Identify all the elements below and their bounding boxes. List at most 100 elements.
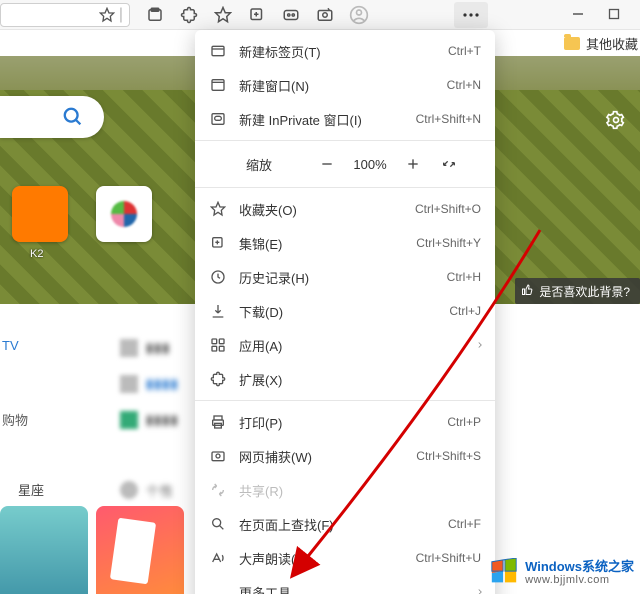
menu-history-label: 历史记录(H) <box>239 268 435 287</box>
menu-history-shortcut: Ctrl+H <box>447 270 481 284</box>
profile-avatar-icon[interactable] <box>349 5 369 25</box>
menu-downloads[interactable]: 下载(D) Ctrl+J <box>195 294 495 328</box>
menu-capture-shortcut: Ctrl+Shift+S <box>416 449 481 463</box>
feed-row-4[interactable]: 个性 <box>120 480 174 500</box>
menu-apps[interactable]: 应用(A) <box>195 328 495 362</box>
zoom-value: 100% <box>345 157 395 172</box>
menu-new-inprivate[interactable]: 新建 InPrivate 窗口(I) Ctrl+Shift+N <box>195 102 495 136</box>
downloads-icon <box>209 302 227 320</box>
menu-extensions[interactable]: 扩展(X) <box>195 362 495 396</box>
collections-icon <box>209 234 227 252</box>
menu-new-window-shortcut: Ctrl+N <box>447 78 481 92</box>
menu-new-tab[interactable]: 新建标签页(T) Ctrl+T <box>195 34 495 68</box>
watermark-title: Windows系统之家 <box>525 560 634 574</box>
menu-favorites-label: 收藏夹(O) <box>239 200 403 219</box>
new-window-icon <box>209 76 227 94</box>
thumbs-up-icon <box>521 284 533 296</box>
menu-new-window[interactable]: 新建窗口(N) Ctrl+N <box>195 68 495 102</box>
read-aloud-icon <box>209 549 227 567</box>
menu-share: 共享(R) <box>195 473 495 507</box>
menu-zoom-row: 缩放 100% <box>195 145 495 183</box>
menu-separator <box>195 140 495 141</box>
menu-new-inprivate-label: 新建 InPrivate 窗口(I) <box>239 110 404 129</box>
new-tab-icon <box>209 42 227 60</box>
content-card-2[interactable] <box>96 506 184 594</box>
nav-tv[interactable]: TV <box>2 338 19 353</box>
feed-row-1[interactable]: ▮▮▮ <box>120 338 170 358</box>
favorites-bar-other[interactable]: 其他收藏 <box>564 32 638 54</box>
share-icon <box>209 481 227 499</box>
quicklink-tile-orange[interactable] <box>12 186 68 242</box>
history-icon <box>209 268 227 286</box>
menu-capture[interactable]: 网页捕获(W) Ctrl+Shift+S <box>195 439 495 473</box>
menu-more-tools[interactable]: 更多工具 <box>195 575 495 594</box>
menu-history[interactable]: 历史记录(H) Ctrl+H <box>195 260 495 294</box>
menu-new-tab-label: 新建标签页(T) <box>239 42 436 61</box>
favorites-star-icon[interactable] <box>213 5 233 25</box>
find-icon <box>209 515 227 533</box>
tab-actions-icon[interactable] <box>145 5 165 25</box>
content-card-1[interactable] <box>0 506 88 594</box>
capture-icon <box>209 447 227 465</box>
swirl-icon <box>111 201 137 227</box>
watermark: Windows系统之家 www.bjjmlv.com <box>489 558 634 588</box>
feed-row-2[interactable]: ▮▮▮▮ <box>120 374 179 394</box>
menu-favorites[interactable]: 收藏夹(O) Ctrl+Shift+O <box>195 192 495 226</box>
collections-plus-icon[interactable] <box>247 5 267 25</box>
inprivate-mask-icon[interactable] <box>281 5 301 25</box>
windows-logo-icon <box>489 558 519 588</box>
menu-find[interactable]: 在页面上查找(F) Ctrl+F <box>195 507 495 541</box>
window-maximize-icon[interactable] <box>608 8 622 22</box>
favorites-icon <box>209 200 227 218</box>
quicklink-tile-white[interactable] <box>96 186 152 242</box>
menu-collections[interactable]: 集锦(E) Ctrl+Shift+Y <box>195 226 495 260</box>
menu-apps-label: 应用(A) <box>239 336 481 355</box>
feed-row-3[interactable]: ▮▮▮▮ <box>120 410 179 430</box>
menu-favorites-shortcut: Ctrl+Shift+O <box>415 202 481 216</box>
menu-downloads-shortcut: Ctrl+J <box>449 304 481 318</box>
screenshot-icon[interactable] <box>315 5 335 25</box>
background-like-prompt[interactable]: 是否喜欢此背景? <box>515 278 640 304</box>
quicklink-tile-label: K2 <box>30 248 43 260</box>
menu-downloads-label: 下载(D) <box>239 302 437 321</box>
divider-icon: | <box>119 6 123 24</box>
chevron-right-icon <box>475 340 485 350</box>
address-bar-fragment: | <box>0 3 130 27</box>
menu-read-aloud[interactable]: 大声朗读(U) Ctrl+Shift+U <box>195 541 495 575</box>
menu-read-aloud-shortcut: Ctrl+Shift+U <box>416 551 481 565</box>
search-icon <box>62 106 84 128</box>
menu-print[interactable]: 打印(P) Ctrl+P <box>195 405 495 439</box>
chevron-right-icon <box>475 587 485 594</box>
favorites-other-label: 其他收藏 <box>586 34 638 53</box>
extensions-puzzle-icon[interactable] <box>179 5 199 25</box>
menu-new-tab-shortcut: Ctrl+T <box>448 44 481 58</box>
print-icon <box>209 413 227 431</box>
menu-new-inprivate-shortcut: Ctrl+Shift+N <box>416 112 481 126</box>
menu-separator <box>195 400 495 401</box>
fullscreen-button[interactable] <box>431 150 467 178</box>
apps-icon <box>209 336 227 354</box>
menu-new-window-label: 新建窗口(N) <box>239 76 435 95</box>
blank-icon <box>209 583 227 594</box>
browser-toolbar: | <box>0 0 640 30</box>
zoom-out-button[interactable] <box>309 150 345 178</box>
menu-find-label: 在页面上查找(F) <box>239 515 436 534</box>
menu-print-label: 打印(P) <box>239 413 435 432</box>
page-settings-gear-icon[interactable] <box>606 110 626 130</box>
background-like-label: 是否喜欢此背景? <box>539 283 630 300</box>
menu-collections-shortcut: Ctrl+Shift+Y <box>416 236 481 250</box>
window-minimize-icon[interactable] <box>572 8 586 22</box>
inprivate-icon <box>209 110 227 128</box>
menu-collections-label: 集锦(E) <box>239 234 404 253</box>
menu-find-shortcut: Ctrl+F <box>448 517 481 531</box>
nav-shopping[interactable]: 购物 <box>2 410 28 429</box>
menu-read-aloud-label: 大声朗读(U) <box>239 549 404 568</box>
menu-zoom-label: 缩放 <box>209 155 309 174</box>
nav-star[interactable]: 星座 <box>18 480 44 499</box>
more-menu-button[interactable] <box>454 2 488 28</box>
more-menu: 新建标签页(T) Ctrl+T 新建窗口(N) Ctrl+N 新建 InPriv… <box>195 30 495 594</box>
search-pill[interactable] <box>0 96 104 138</box>
favorite-star-icon[interactable] <box>99 7 115 23</box>
menu-print-shortcut: Ctrl+P <box>447 415 481 429</box>
zoom-in-button[interactable] <box>395 150 431 178</box>
